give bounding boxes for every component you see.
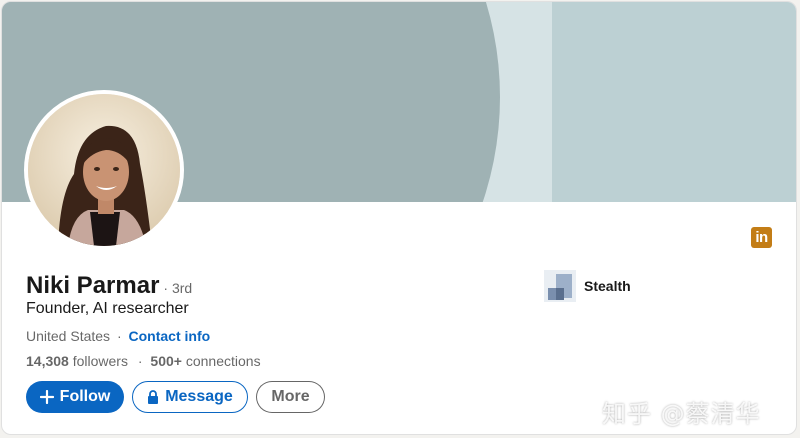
follow-label: Follow [59, 388, 111, 405]
stats-separator: · [137, 353, 143, 369]
name-row: Niki Parmar · 3rd [26, 272, 192, 300]
profile-location: United States [26, 328, 111, 344]
more-button[interactable]: More [256, 381, 325, 413]
profile-card: in Niki Parmar · 3rd Founder, AI researc… [1, 1, 797, 435]
company-name: Stealth [584, 278, 631, 294]
follow-button[interactable]: Follow [26, 381, 124, 413]
followers-count: 14,308 [26, 353, 69, 369]
message-button[interactable]: Message [132, 381, 248, 413]
current-company[interactable]: Stealth [544, 270, 631, 302]
more-label: More [271, 388, 310, 405]
profile-avatar[interactable] [24, 90, 184, 250]
connections-count[interactable]: 500+ [150, 353, 182, 369]
stealth-logo-icon [544, 270, 576, 302]
stats-row: 14,308 followers · 500+ connections [26, 353, 261, 369]
contact-info-link[interactable]: Contact info [129, 328, 211, 344]
connections-label[interactable]: connections [186, 353, 261, 369]
connection-degree: · 3rd [163, 280, 193, 296]
separator: · [116, 328, 122, 344]
profile-actions: Follow Message More [26, 381, 325, 413]
linkedin-icon[interactable]: in [751, 227, 772, 248]
followers-label: followers [72, 353, 128, 369]
plus-icon [39, 390, 54, 404]
message-label: Message [165, 388, 233, 405]
location-row: United States · Contact info [26, 328, 210, 344]
profile-headline: Founder, AI researcher [26, 300, 189, 317]
profile-name: Niki Parmar [26, 272, 160, 299]
lock-icon [147, 390, 159, 404]
watermark-text: 知乎 @蔡清华 [602, 400, 761, 428]
watermark: 知乎 @蔡清华 [602, 394, 761, 429]
